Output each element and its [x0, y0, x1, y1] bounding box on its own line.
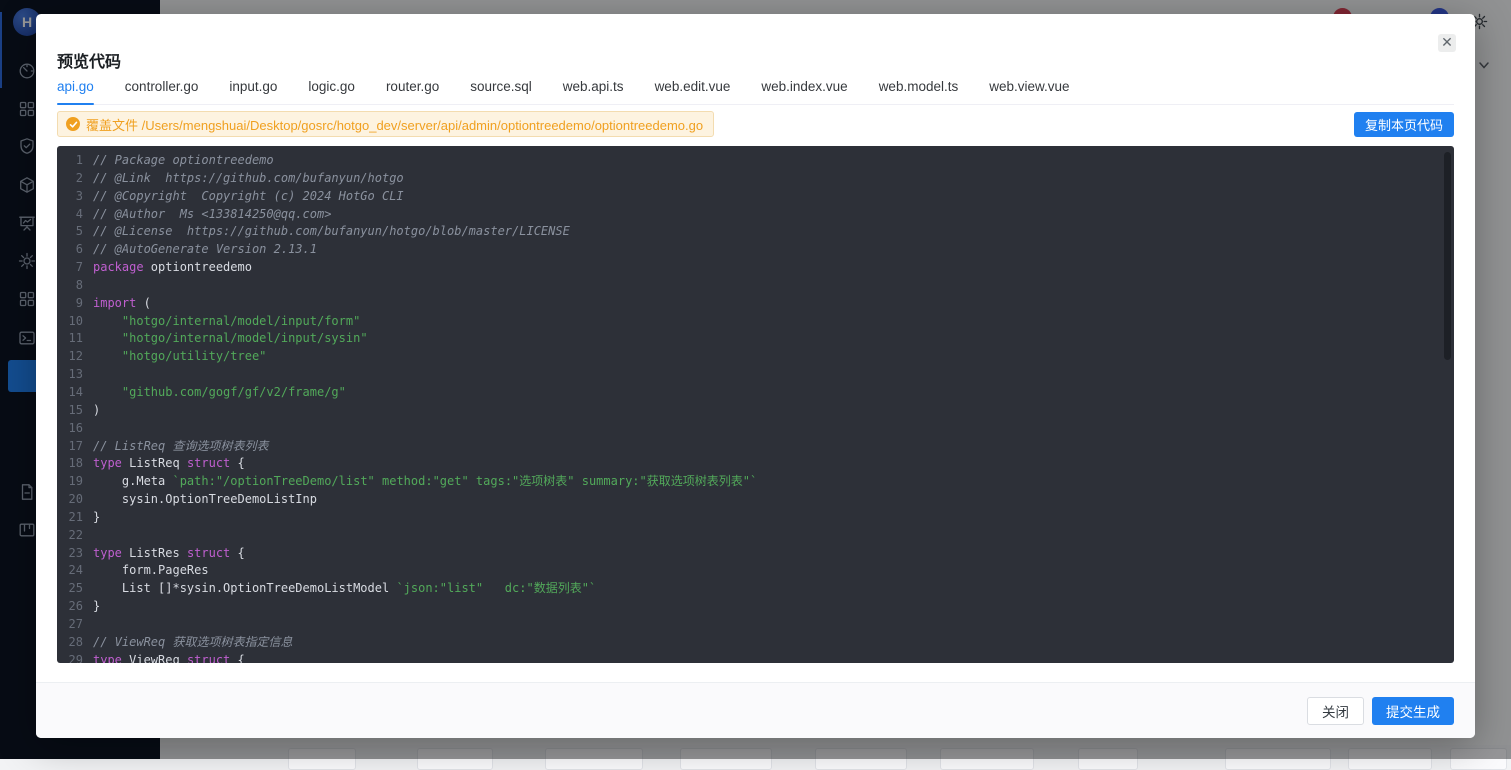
- code-line: 13: [57, 366, 1454, 384]
- tab-web.model.ts[interactable]: web.model.ts: [879, 77, 959, 104]
- tab-api.go[interactable]: api.go: [57, 77, 94, 104]
- code-line: 1// Package optiontreedemo: [57, 152, 1454, 170]
- code-line: 24 form.PageRes: [57, 562, 1454, 580]
- code-line: 7package optiontreedemo: [57, 259, 1454, 277]
- tab-source.sql[interactable]: source.sql: [470, 77, 532, 104]
- code-line: 23type ListRes struct {: [57, 545, 1454, 563]
- code-line: 9import (: [57, 295, 1454, 313]
- code-line: 19 g.Meta `path:"/optionTreeDemo/list" m…: [57, 473, 1454, 491]
- copy-page-code-button[interactable]: 复制本页代码: [1354, 112, 1454, 137]
- code-line: 2// @Link https://github.com/bufanyun/ho…: [57, 170, 1454, 188]
- code-line: 29type ViewReq struct {: [57, 652, 1454, 663]
- tab-bar: api.go controller.go input.go logic.go route…: [57, 77, 1454, 105]
- close-icon[interactable]: ✕: [1438, 34, 1456, 52]
- overwrite-file-alert: 覆盖文件 /Users/mengshuai/Desktop/gosrc/hotg…: [57, 111, 714, 137]
- tab-web.index.vue[interactable]: web.index.vue: [761, 77, 847, 104]
- code-line: 8: [57, 277, 1454, 295]
- code-line: 12 "hotgo/utility/tree": [57, 348, 1454, 366]
- tab-web.api.ts[interactable]: web.api.ts: [563, 77, 624, 104]
- code-line: 27: [57, 616, 1454, 634]
- code-line: 16: [57, 420, 1454, 438]
- code-scrollbar-thumb[interactable]: [1444, 152, 1451, 360]
- preview-code-modal: 预览代码 ✕ api.go controller.go input.go logic.…: [36, 14, 1475, 738]
- alert-text: 覆盖文件 /Users/mengshuai/Desktop/gosrc/hotg…: [86, 115, 703, 134]
- code-line: 3// @Copyright Copyright (c) 2024 HotGo …: [57, 188, 1454, 206]
- code-line: 21}: [57, 509, 1454, 527]
- code-line: 10 "hotgo/internal/model/input/form": [57, 313, 1454, 331]
- code-editor[interactable]: 1// Package optiontreedemo2// @Link http…: [57, 146, 1454, 663]
- code-line: 5// @License https://github.com/bufanyun…: [57, 223, 1454, 241]
- tab-web.edit.vue[interactable]: web.edit.vue: [655, 77, 731, 104]
- check-circle-icon: [66, 117, 80, 131]
- code-line: 11 "hotgo/internal/model/input/sysin": [57, 330, 1454, 348]
- tab-input.go[interactable]: input.go: [229, 77, 277, 104]
- modal-title: 预览代码: [57, 48, 121, 72]
- code-lines: 1// Package optiontreedemo2// @Link http…: [57, 146, 1454, 663]
- code-line: 4// @Author Ms <133814250@qq.com>: [57, 206, 1454, 224]
- tab-controller.go[interactable]: controller.go: [125, 77, 199, 104]
- code-line: 20 sysin.OptionTreeDemoListInp: [57, 491, 1454, 509]
- code-line: 18type ListReq struct {: [57, 455, 1454, 473]
- close-button[interactable]: 关闭: [1307, 697, 1364, 725]
- code-line: 15): [57, 402, 1454, 420]
- code-line: 25 List []*sysin.OptionTreeDemoListModel…: [57, 580, 1454, 598]
- code-line: 26}: [57, 598, 1454, 616]
- code-line: 14 "github.com/gogf/gf/v2/frame/g": [57, 384, 1454, 402]
- code-line: 6// @AutoGenerate Version 2.13.1: [57, 241, 1454, 259]
- submit-generate-button[interactable]: 提交生成: [1372, 697, 1454, 725]
- modal-footer: 关闭 提交生成: [36, 682, 1475, 738]
- code-line: 22: [57, 527, 1454, 545]
- alert-row: 覆盖文件 /Users/mengshuai/Desktop/gosrc/hotg…: [57, 111, 1454, 137]
- code-line: 17// ListReq 查询选项树表列表: [57, 438, 1454, 456]
- code-line: 28// ViewReq 获取选项树表指定信息: [57, 634, 1454, 652]
- tab-logic.go[interactable]: logic.go: [308, 77, 355, 104]
- tab-web.view.vue[interactable]: web.view.vue: [989, 77, 1069, 104]
- tab-router.go[interactable]: router.go: [386, 77, 439, 104]
